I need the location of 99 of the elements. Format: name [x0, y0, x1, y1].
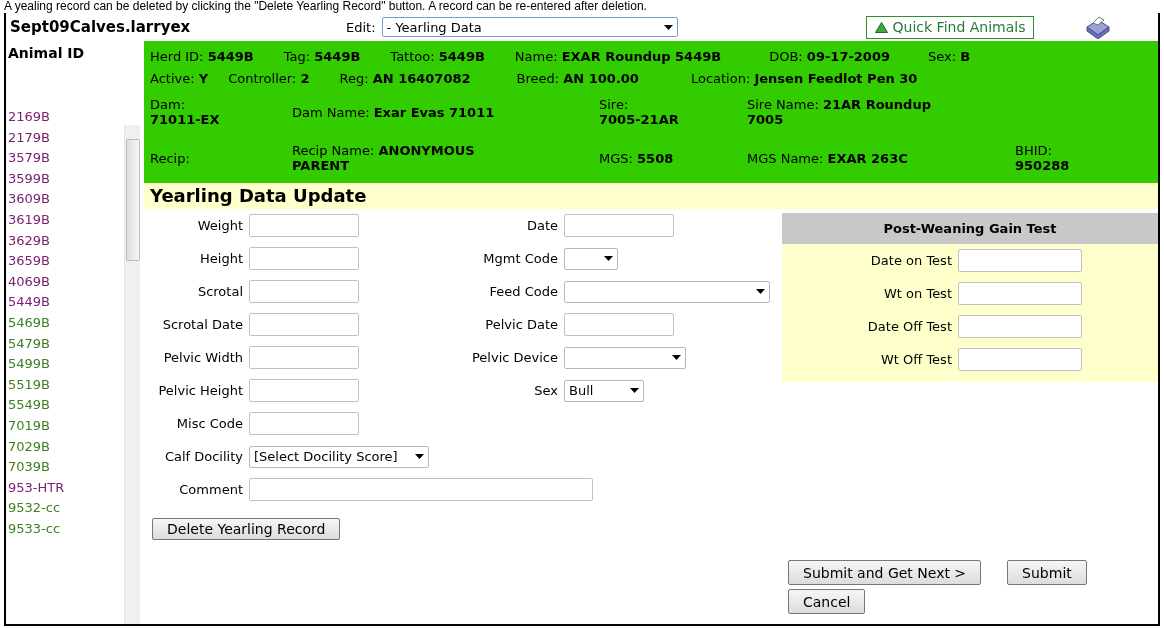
scrollbar[interactable] — [124, 125, 140, 624]
info-field: Dam Name: Exar Evas 71011 — [292, 104, 495, 120]
info-field: Reg: AN 16407082 — [339, 70, 471, 86]
animal-link[interactable]: 3599B — [6, 168, 124, 190]
animal-link[interactable]: 9533-cc — [6, 518, 124, 540]
text-field[interactable] — [564, 214, 674, 237]
text-field[interactable] — [958, 249, 1082, 272]
field-label: Scrotal — [196, 284, 244, 299]
submit-button[interactable]: Submit — [1007, 560, 1087, 585]
info-field: Active: Y — [150, 70, 209, 86]
field-label: Feed Code — [488, 284, 559, 299]
animal-link[interactable]: 2169B — [6, 107, 124, 128]
animal-link[interactable]: 3609B — [6, 189, 124, 210]
info-field: Breed: AN 100.00 — [516, 70, 639, 86]
animal-link[interactable]: 4069B — [6, 271, 124, 293]
field-label: Height — [199, 251, 244, 266]
dropdown[interactable]: Bull — [564, 379, 644, 402]
info-field: BHID: 950288 — [1015, 143, 1070, 173]
dropdown[interactable]: [Select Docility Score] — [249, 445, 429, 468]
animal-link[interactable]: 5479B — [6, 333, 124, 355]
info-field: Tag: 5449B — [283, 48, 361, 64]
field-label: Mgmt Code — [482, 251, 559, 266]
animal-link[interactable]: 5549B — [6, 395, 124, 416]
cancel-button[interactable]: Cancel — [788, 589, 866, 614]
field-label: Scrotal Date — [161, 317, 244, 332]
caret-icon — [756, 289, 765, 294]
panel-title: Post-Weaning Gain Test — [782, 213, 1158, 244]
text-field[interactable] — [249, 280, 359, 303]
submit-next-button[interactable]: Submit and Get Next > — [788, 560, 982, 585]
info-field: Controller: 2 — [228, 70, 310, 86]
info-field: Sire Name: 21AR Roundup 7005 — [747, 97, 947, 127]
text-field[interactable] — [958, 315, 1082, 338]
info-field: Recip Name: ANONYMOUS PARENT — [292, 143, 509, 173]
info-field: DOB: 09-17-2009 — [769, 48, 890, 64]
edit-dropdown[interactable]: - Yearling Data — [381, 17, 678, 37]
file-title: Sept09Calves.larryex — [10, 18, 192, 36]
field-label: Date on Test — [869, 253, 953, 268]
text-field[interactable] — [249, 214, 359, 237]
caret-icon — [663, 24, 673, 30]
info-field: Tattoo: 5449B — [390, 48, 485, 64]
info-field: Sex: B — [928, 48, 971, 64]
caret-icon — [415, 454, 424, 459]
animal-link[interactable]: 3659B — [6, 251, 124, 272]
animal-link[interactable]: 5519B — [6, 374, 124, 396]
field-label: Pelvic Height — [157, 383, 244, 398]
animal-link[interactable]: 7029B — [6, 436, 124, 458]
field-label: Sex — [533, 383, 559, 398]
info-field: MGS Name: EXAR 263C — [747, 150, 908, 166]
info-field: MGS: 5508 — [599, 150, 674, 166]
field-label: Date — [525, 218, 559, 233]
delete-button[interactable]: Delete Yearling Record — [152, 518, 341, 540]
animal-link[interactable]: 953-HTR — [6, 477, 124, 499]
caret-icon — [672, 355, 681, 360]
field-label: Pelvic Width — [162, 350, 244, 365]
section-title: Yearling Data Update — [144, 183, 1158, 209]
text-field[interactable] — [249, 247, 359, 270]
comment-field[interactable] — [249, 478, 593, 501]
text-field[interactable] — [958, 282, 1082, 305]
info-field: Recip: — [150, 150, 190, 166]
animal-link[interactable]: 3579B — [6, 148, 124, 169]
field-label: Pelvic Device — [470, 350, 559, 365]
field-label: Pelvic Date — [484, 317, 559, 332]
info-field: Sire: 7005-21AR — [599, 97, 679, 127]
animal-link[interactable]: 2179B — [6, 127, 124, 149]
field-label: Wt Off Test — [880, 352, 953, 367]
animal-link[interactable]: 5469B — [6, 312, 124, 334]
field-label: Misc Code — [175, 416, 244, 431]
dropdown[interactable] — [564, 346, 686, 369]
animal-link[interactable]: 7039B — [6, 457, 124, 478]
info-field: Dam: 71011-EX — [150, 97, 220, 127]
text-field[interactable] — [249, 379, 359, 402]
text-field[interactable] — [249, 412, 359, 435]
animal-link[interactable]: 3619B — [6, 209, 124, 231]
animal-link[interactable]: 3629B — [6, 230, 124, 252]
info-field: Herd ID: 5449B — [150, 48, 254, 64]
animal-link[interactable]: 9532-cc — [6, 498, 124, 519]
caption: A yealing record can be deleted by clicking the "Delete Yearling Record" button. A record can be re-entered after deletion. — [3, 0, 648, 13]
field-label: Calf Docility — [163, 449, 244, 464]
field-label: Wt on Test — [883, 286, 953, 301]
text-field[interactable] — [249, 313, 359, 336]
field-label: Weight — [196, 218, 244, 233]
dropdown[interactable] — [564, 280, 770, 303]
field-label: Comment — [178, 482, 244, 497]
caret-icon — [630, 388, 639, 393]
text-field[interactable] — [564, 313, 674, 336]
text-field[interactable] — [958, 348, 1082, 371]
info-field: Name: EXAR Roundup 5449B — [514, 48, 722, 64]
quick-find-button[interactable]: Quick Find Animals — [865, 15, 1035, 39]
dropdown[interactable] — [564, 247, 618, 270]
animal-link[interactable]: 7019B — [6, 415, 124, 437]
caret-icon — [604, 256, 613, 261]
animal-link[interactable]: 5499B — [6, 354, 124, 375]
animal-link[interactable]: 5449B — [6, 292, 124, 313]
triangle-icon — [874, 21, 888, 33]
column-header: Animal ID — [7, 44, 86, 63]
info-field: Location: Jensen Feedlot Pen 30 — [690, 70, 918, 86]
field-label: Date Off Test — [866, 319, 953, 334]
edit-label: Edit: — [346, 19, 376, 35]
text-field[interactable] — [249, 346, 359, 369]
